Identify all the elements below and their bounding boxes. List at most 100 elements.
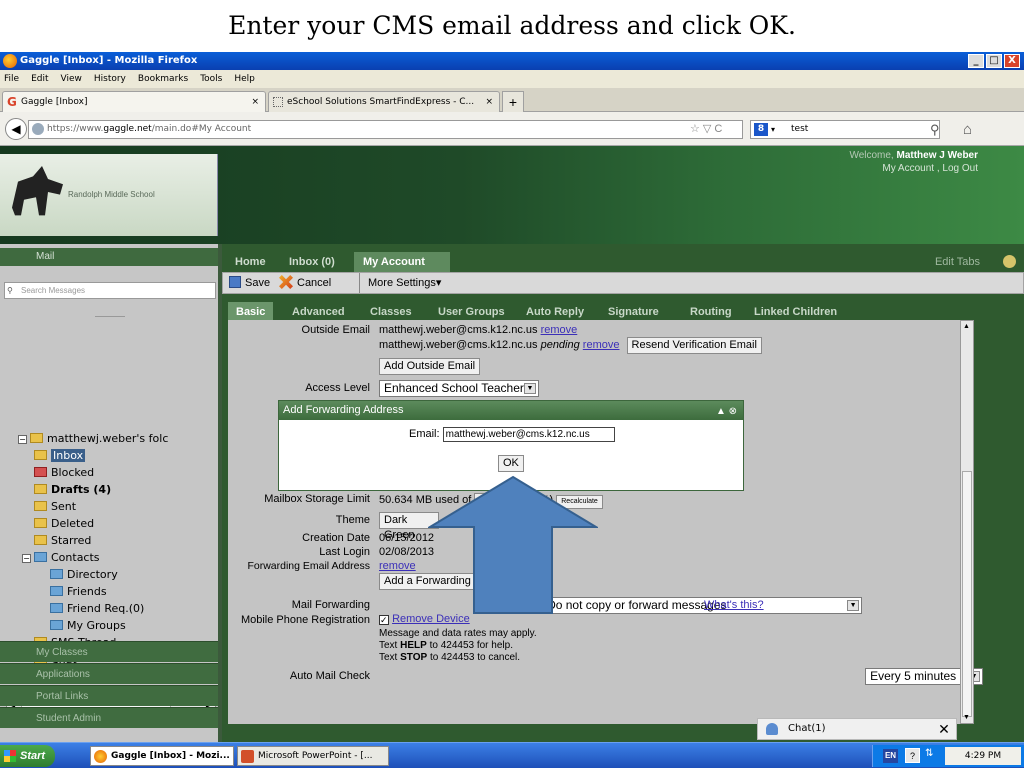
section-my-classes[interactable]: My Classes [0,641,218,662]
folder-label: Sent [51,500,77,513]
search-messages-input[interactable]: ⚲ Search Messages [4,282,216,299]
logout-link[interactable]: Log Out [942,163,978,174]
help-icon[interactable] [1003,255,1016,268]
remove-outside-email-link[interactable]: remove [541,324,578,336]
vertical-scrollbar[interactable]: ▲ ▼ [960,320,974,724]
magnifier-icon[interactable]: ⚲ [930,122,940,138]
dialog-close-icon[interactable]: ▲ ⊗ [716,402,737,421]
taskbar-firefox[interactable]: Gaggle [Inbox] - Mozi... [90,746,234,766]
folder-item[interactable]: Drafts (4) [18,481,216,498]
bookmark-star-icon[interactable]: ☆ ▽ C [690,122,722,135]
browser-tab-gaggle[interactable]: G Gaggle [Inbox] × [2,91,266,112]
menu-edit[interactable]: Edit [31,70,48,88]
menu-file[interactable]: File [4,70,19,88]
dialog-title: Add Forwarding Address [283,404,404,416]
tab-classes[interactable]: Classes [362,302,420,322]
menu-tools[interactable]: Tools [200,70,222,88]
sent-folder-icon [34,501,47,511]
tools-icon[interactable]: ✕ [929,718,959,740]
email-input[interactable]: matthewj.weber@cms.k12.nc.us [442,427,615,442]
close-tab-icon[interactable]: × [485,92,493,112]
folder-item[interactable]: − matthewj.weber's folc [18,430,216,447]
scroll-thumb[interactable] [962,471,972,717]
maximize-button[interactable]: □ [986,54,1002,68]
new-tab-button[interactable]: + [502,91,524,112]
section-portal-links[interactable]: Portal Links [0,685,218,706]
tab-basic[interactable]: Basic [228,302,274,322]
close-tab-icon[interactable]: × [251,92,259,112]
home-icon[interactable]: ⌂ [963,121,972,138]
menu-history[interactable]: History [94,70,126,88]
ok-button[interactable]: OK [498,455,524,472]
folder-item[interactable]: Starred [18,532,216,549]
tab-linked-children[interactable]: Linked Children [746,302,845,322]
globe-icon [32,123,44,135]
chat-bar[interactable]: Chat(1) [757,718,957,740]
folder-item[interactable]: Directory [18,566,216,583]
search-bar[interactable]: 8 ▾ test [750,120,940,139]
search-engine-icon[interactable]: 8 [754,123,768,136]
task-label: Microsoft PowerPoint - [... [258,751,373,761]
network-icon[interactable]: ⇅ [925,748,933,759]
folder-item[interactable]: My Groups [18,617,216,634]
menu-help[interactable]: Help [234,70,255,88]
folder-item[interactable]: Sent [18,498,216,515]
pointer-arrow-icon [428,475,598,614]
last-login-value: 02/08/2013 [379,546,435,558]
tree-toggle-icon[interactable]: − [18,435,27,444]
menu-bookmarks[interactable]: Bookmarks [138,70,188,88]
tab-routing[interactable]: Routing [682,302,740,322]
language-indicator[interactable]: EN [883,749,898,763]
edit-tabs-link[interactable]: Edit Tabs [935,252,980,272]
windows-flag-icon [4,750,16,762]
more-settings-button[interactable]: More Settings▾ [359,273,441,293]
start-button[interactable]: Start [0,745,55,767]
taskbar: Start Gaggle [Inbox] - Mozi... Microsoft… [0,742,1024,768]
folder-item[interactable]: Blocked [18,464,216,481]
clock: 4:29 PM [945,747,1021,765]
help-icon[interactable]: ? [905,748,920,763]
add-outside-email-button[interactable]: Add Outside Email [379,358,481,375]
save-button[interactable]: Save [229,273,270,293]
browser-tab-eschool[interactable]: eSchool Solutions SmartFindExpress - C..… [268,91,500,112]
tree-toggle-icon[interactable]: − [22,554,31,563]
tab-my-account[interactable]: My Account ⊗ [354,252,450,288]
contacts-folder-icon [34,552,47,562]
section-applications[interactable]: Applications [0,663,218,684]
url-bar[interactable]: https://www.gaggle.net/main.do#My Accoun… [28,120,743,139]
tab-advanced[interactable]: Advanced [284,302,353,322]
remove-device-checkbox[interactable]: ✓ [379,615,389,625]
my-account-link[interactable]: My Account [882,163,934,174]
close-button[interactable]: X [1004,54,1020,68]
horse-rider-icon [12,166,63,216]
menu-view[interactable]: View [61,70,82,88]
outside-email-label: Outside Email [301,324,370,336]
help-post: to 424453 for help. [426,640,513,651]
access-level-select[interactable]: Enhanced School Teacher ▼ [379,380,539,397]
resend-verification-button[interactable]: Resend Verification Email [626,337,762,354]
tab-inbox[interactable]: Inbox (0) [280,252,344,272]
whats-this-link[interactable]: What's this? [704,599,764,611]
remove-pending-email-link[interactable]: remove [583,339,620,351]
cancel-button[interactable]: Cancel [279,273,331,293]
tab-auto-reply[interactable]: Auto Reply [518,302,592,322]
scroll-down-icon[interactable]: ▼ [963,714,970,721]
folder-item[interactable]: Friend Req.(0) [18,600,216,617]
contacts-folder-icon [50,620,63,630]
minimize-button[interactable]: _ [968,54,984,68]
folder-item[interactable]: Friends [18,583,216,600]
tab-signature[interactable]: Signature [600,302,667,322]
back-arrow-icon[interactable]: ◀ [5,118,27,140]
tab-user-groups[interactable]: User Groups [430,302,513,322]
folder-item[interactable]: Inbox [18,447,216,464]
mail-section-header[interactable]: Mail [0,248,218,266]
section-student-admin[interactable]: Student Admin [0,707,218,728]
folder-item[interactable]: Deleted [18,515,216,532]
taskbar-powerpoint[interactable]: Microsoft PowerPoint - [... [237,746,389,766]
scroll-up-icon[interactable]: ▲ [963,323,970,330]
remove-forwarding-link[interactable]: remove [379,560,416,572]
theme-label: Theme [335,514,370,526]
tab-home[interactable]: Home [226,252,275,272]
start-label: Start [20,750,46,762]
folder-item[interactable]: − Contacts [18,549,216,566]
